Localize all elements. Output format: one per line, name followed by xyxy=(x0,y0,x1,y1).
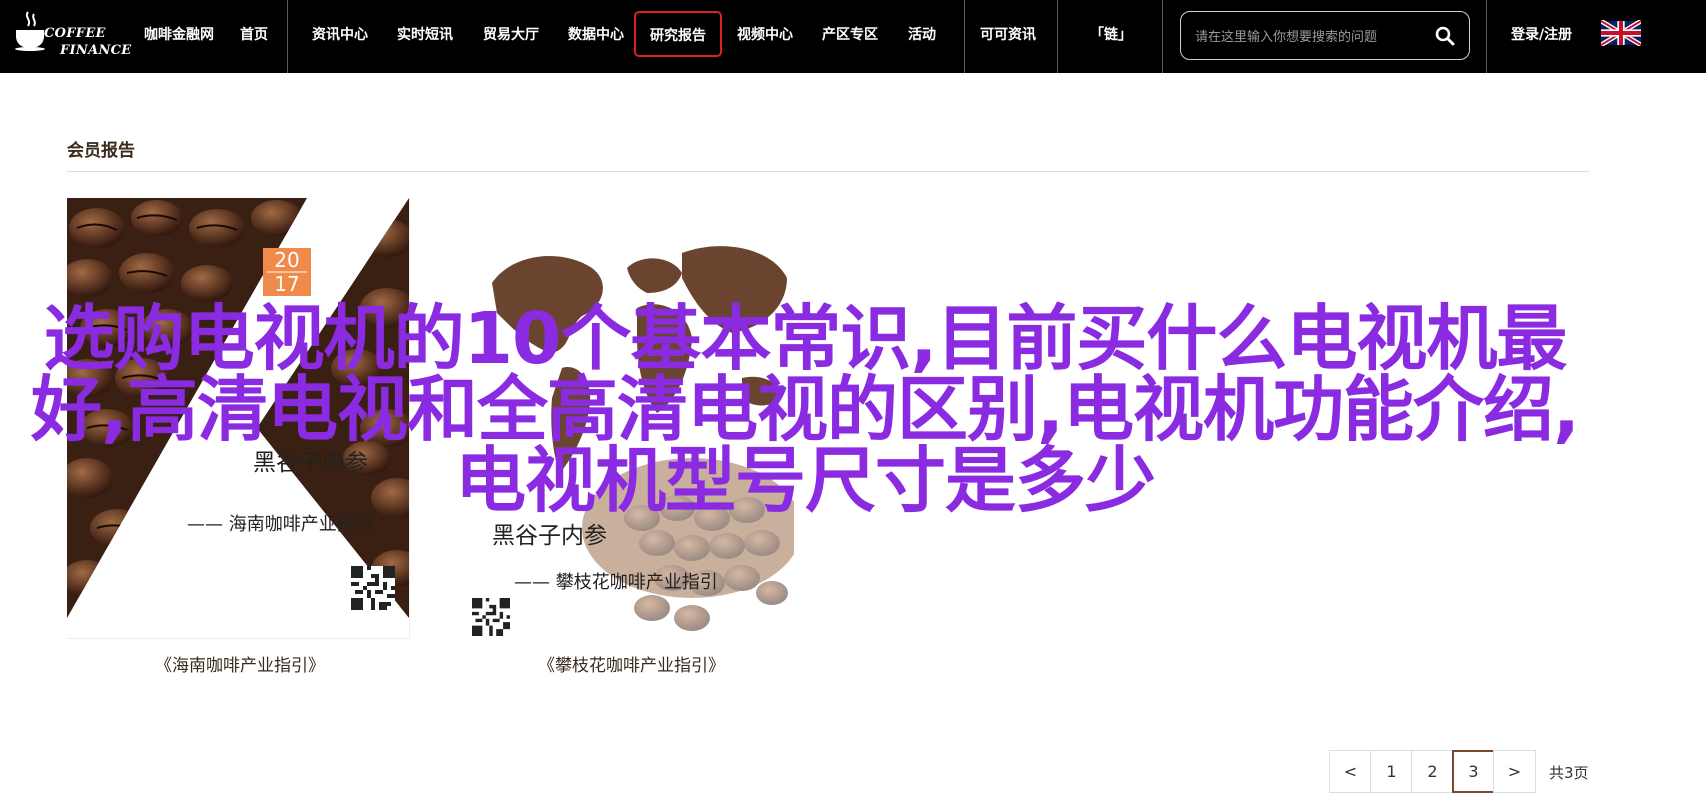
coffee-finance-logo[interactable]: COFFEE FINANCE xyxy=(14,6,134,60)
search-input[interactable] xyxy=(1193,24,1427,50)
page-button-3-current[interactable]: 3 xyxy=(1452,750,1495,793)
logo-text-finance: FINANCE xyxy=(60,43,132,58)
nav-realtime-news[interactable]: 实时短讯 xyxy=(397,24,453,44)
nav-trade-hall[interactable]: 贸易大厅 xyxy=(483,24,539,44)
report-caption-panzhihua[interactable]: 《攀枝花咖啡产业指引》 xyxy=(538,651,725,676)
nav-divider xyxy=(287,0,288,73)
nav-divider xyxy=(1057,0,1058,73)
nav-divider xyxy=(1162,0,1163,73)
nav-cocoa-news[interactable]: 可可资讯 xyxy=(980,24,1036,44)
year-bottom-text: 17 xyxy=(274,272,300,296)
search-box xyxy=(1180,11,1470,60)
nav-home[interactable]: 首页 xyxy=(240,24,268,44)
nav-research-reports[interactable]: 研究报告 xyxy=(634,11,722,57)
top-navigation-bar: COFFEE FINANCE 咖啡金融网 首页 资讯中心 实时短讯 贸易大厅 数… xyxy=(0,0,1706,73)
report-caption-hainan[interactable]: 《海南咖啡产业指引》 xyxy=(155,651,325,676)
nav-divider xyxy=(964,0,965,73)
next-page-button[interactable]: > xyxy=(1493,750,1536,793)
nav-origin-zone[interactable]: 产区专区 xyxy=(822,24,878,44)
nav-divider xyxy=(1486,0,1487,73)
logo-text-coffee: COFFEE xyxy=(44,26,106,41)
qr-code-icon xyxy=(351,566,395,610)
nav-data-center[interactable]: 数据中心 xyxy=(568,24,624,44)
page-button-2[interactable]: 2 xyxy=(1411,750,1454,793)
coffee-cup-logo-icon xyxy=(15,11,45,51)
overlay-headline: 选购电视机的10个基本常识,目前买什么电视机最好,高清电视和全高清电视的区别,电… xyxy=(31,297,1580,522)
nav-news-center[interactable]: 资讯中心 xyxy=(312,24,368,44)
qr-code-icon xyxy=(472,598,510,636)
nav-events[interactable]: 活动 xyxy=(908,24,936,44)
prev-page-button[interactable]: < xyxy=(1329,750,1372,793)
year-top-text: 20 xyxy=(274,248,300,272)
uk-flag-icon[interactable] xyxy=(1601,20,1641,46)
nav-video-center[interactable]: 视频中心 xyxy=(737,24,793,44)
section-title: 会员报告 xyxy=(67,141,135,161)
page-button-1[interactable]: 1 xyxy=(1370,750,1413,793)
nav-chain[interactable]: 「链」 xyxy=(1090,24,1132,44)
report-subtitle-text: —— 攀枝花咖啡产业指引 xyxy=(514,572,718,593)
login-register-link[interactable]: 登录/注册 xyxy=(1511,24,1572,44)
nav-coffee-finance[interactable]: 咖啡金融网 xyxy=(144,24,214,44)
search-icon[interactable] xyxy=(1435,26,1455,46)
total-pages-text: 共3页 xyxy=(1549,764,1589,782)
section-divider xyxy=(67,171,1589,172)
